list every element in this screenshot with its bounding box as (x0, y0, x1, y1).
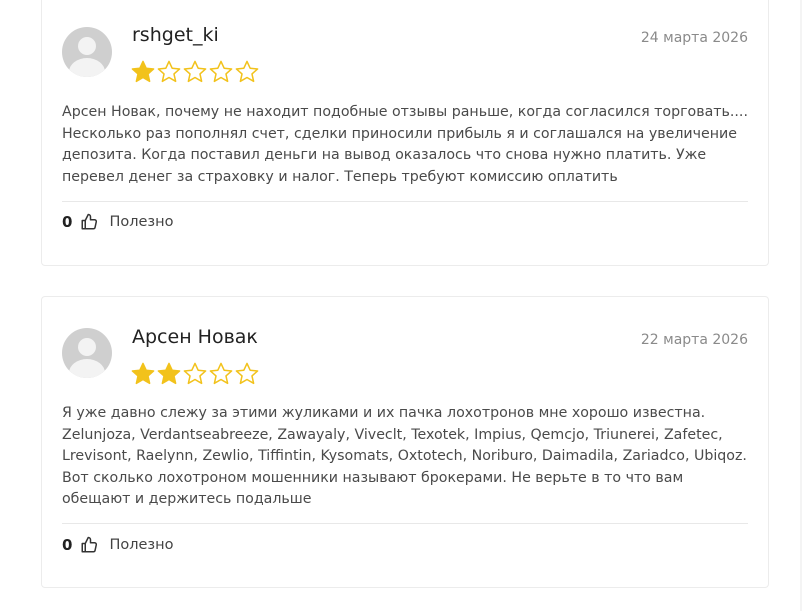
review-text: Я уже давно слежу за этими жуликами и их… (62, 405, 747, 507)
star-outline-icon (209, 60, 233, 83)
divider (62, 201, 748, 202)
thumbs-up-icon[interactable] (80, 536, 98, 554)
review-footer: 0 Полезно (62, 213, 173, 231)
star-outline-icon (235, 60, 259, 83)
user-placeholder-icon (62, 27, 112, 77)
review-date: 22 марта 2026 (640, 332, 748, 348)
divider (62, 523, 748, 524)
star-outline-icon (209, 362, 233, 385)
review-card: rshget_ki 24 марта 2026 Арсен Новак, поч… (41, 0, 769, 266)
helpful-label[interactable]: Полезно (109, 537, 173, 553)
star-outline-icon (183, 60, 207, 83)
star-filled-icon (157, 362, 181, 385)
helpful-button[interactable]: Полезно (80, 536, 173, 554)
helpful-button[interactable]: Полезно (80, 213, 173, 231)
helpful-count: 0 (62, 536, 73, 554)
star-filled-icon (131, 60, 155, 83)
star-outline-icon (157, 60, 181, 83)
star-outline-icon (183, 362, 207, 385)
reviews-page: rshget_ki 24 марта 2026 Арсен Новак, поч… (0, 0, 802, 611)
helpful-label[interactable]: Полезно (109, 214, 173, 230)
review-card: Арсен Новак 22 марта 2026 Я уже давно сл… (41, 296, 769, 588)
user-placeholder-icon (62, 328, 112, 378)
helpful-count: 0 (62, 213, 73, 231)
review-date: 24 марта 2026 (640, 30, 748, 46)
review-author: Арсен Новак (132, 326, 258, 348)
star-filled-icon (131, 362, 155, 385)
star-outline-icon (235, 362, 259, 385)
review-text: Арсен Новак, почему не находит подобные … (62, 104, 748, 185)
review-footer: 0 Полезно (62, 536, 173, 554)
star-rating (130, 59, 260, 85)
thumbs-up-icon[interactable] (80, 213, 98, 231)
star-rating (130, 361, 260, 387)
review-author: rshget_ki (132, 24, 219, 46)
